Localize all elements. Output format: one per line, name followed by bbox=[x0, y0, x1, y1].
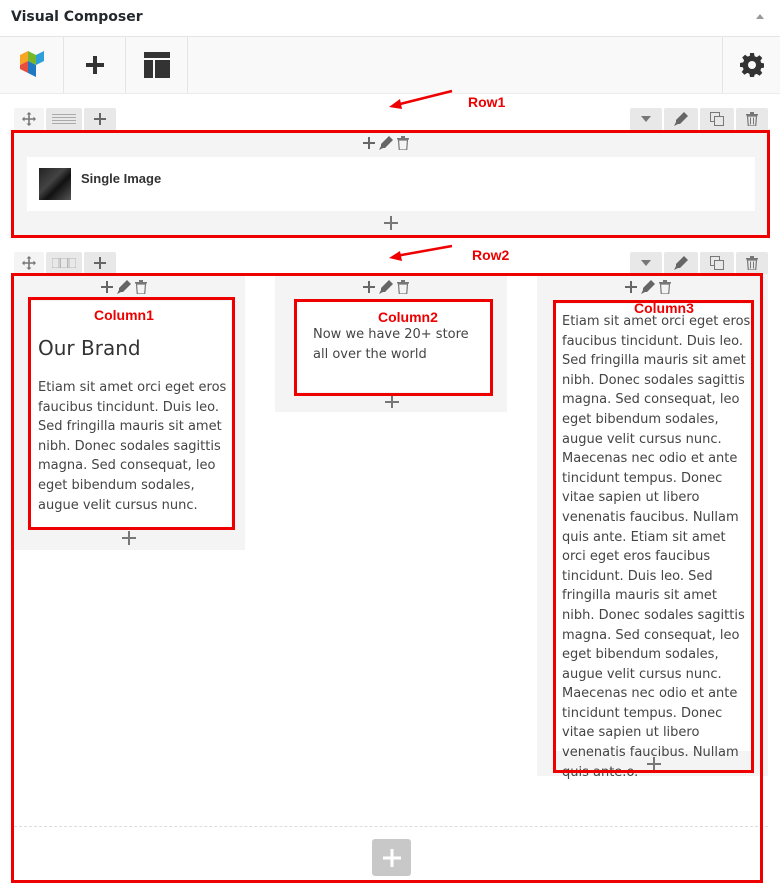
trash-icon[interactable] bbox=[397, 136, 409, 150]
column3-add-element[interactable] bbox=[646, 757, 662, 773]
plus-icon bbox=[122, 531, 136, 545]
row-clone-button[interactable] bbox=[700, 252, 734, 274]
column3-controls bbox=[625, 280, 671, 294]
column1-heading: Our Brand bbox=[38, 336, 141, 360]
composer-toolbar bbox=[0, 37, 780, 94]
move-icon bbox=[22, 112, 36, 126]
row-clone-button[interactable] bbox=[700, 108, 734, 130]
pencil-icon[interactable] bbox=[379, 280, 393, 294]
column1-controls bbox=[101, 280, 147, 294]
copy-icon bbox=[710, 112, 724, 126]
move-icon bbox=[22, 256, 36, 270]
row1-label: Row1 bbox=[468, 94, 506, 110]
column1-add-element[interactable] bbox=[121, 531, 137, 547]
chevron-down-icon bbox=[641, 116, 651, 122]
pencil-icon[interactable] bbox=[117, 280, 131, 294]
column3-text: Etiam sit amet orci eget eros faucibus t… bbox=[562, 314, 751, 780]
column2-add-element[interactable] bbox=[384, 394, 400, 410]
row-edit-button[interactable] bbox=[664, 252, 698, 274]
templates-button[interactable] bbox=[126, 37, 188, 93]
chevron-down-icon bbox=[641, 260, 651, 266]
plus-icon[interactable] bbox=[363, 281, 375, 293]
row2-label: Row2 bbox=[472, 247, 510, 263]
visual-composer-logo[interactable] bbox=[0, 37, 64, 93]
trash-icon[interactable] bbox=[659, 280, 671, 294]
row-layout-icon bbox=[52, 258, 76, 268]
copy-icon bbox=[710, 256, 724, 270]
row-separator bbox=[14, 826, 768, 827]
plus-icon[interactable] bbox=[101, 281, 113, 293]
row1-column-controls bbox=[363, 136, 409, 150]
trash-icon bbox=[746, 256, 758, 270]
plus-icon bbox=[382, 848, 401, 867]
plus-icon[interactable] bbox=[625, 281, 637, 293]
pencil-icon[interactable] bbox=[641, 280, 655, 294]
row-add-column-button[interactable] bbox=[84, 108, 116, 130]
row-layout-button[interactable] bbox=[46, 108, 82, 130]
add-new-element-button[interactable] bbox=[372, 839, 411, 876]
add-element-button[interactable] bbox=[64, 37, 126, 93]
row-layout-icon bbox=[52, 114, 76, 124]
column1-text: Etiam sit amet orci eget eros faucibus t… bbox=[38, 380, 227, 513]
row-layout-button[interactable] bbox=[46, 252, 82, 274]
row1-controls bbox=[0, 108, 780, 130]
pencil-icon bbox=[674, 112, 688, 126]
row-delete-button[interactable] bbox=[736, 252, 768, 274]
trash-icon[interactable] bbox=[397, 280, 409, 294]
plus-icon bbox=[385, 396, 399, 408]
trash-icon[interactable] bbox=[135, 280, 147, 294]
row1-add-element[interactable] bbox=[383, 216, 399, 232]
plus-icon bbox=[384, 216, 398, 230]
plus-icon bbox=[85, 56, 104, 74]
plus-icon[interactable] bbox=[363, 137, 375, 149]
column2-label: Column2 bbox=[378, 309, 438, 325]
pencil-icon[interactable] bbox=[379, 136, 393, 150]
row2-controls bbox=[0, 252, 780, 274]
row-toggle-button[interactable] bbox=[630, 108, 662, 130]
row-delete-button[interactable] bbox=[736, 108, 768, 130]
panel-header: Visual Composer bbox=[0, 0, 780, 37]
pencil-icon bbox=[674, 256, 688, 270]
plus-icon bbox=[94, 113, 106, 125]
column2-controls bbox=[363, 280, 409, 294]
row-toggle-button[interactable] bbox=[630, 252, 662, 274]
settings-button[interactable] bbox=[722, 37, 780, 93]
column1-label: Column1 bbox=[94, 307, 154, 323]
column2-text: Now we have 20+ store all over the world bbox=[313, 327, 469, 362]
row-add-column-button[interactable] bbox=[84, 252, 116, 274]
column3-label: Column3 bbox=[634, 300, 694, 316]
plus-icon bbox=[94, 257, 106, 269]
visual-composer-logo-icon bbox=[19, 51, 44, 77]
layout-icon bbox=[143, 52, 170, 78]
plus-icon bbox=[647, 757, 661, 771]
single-image-element[interactable]: Single Image bbox=[27, 157, 755, 211]
row-move-handle[interactable] bbox=[14, 108, 44, 130]
element-title: Single Image bbox=[81, 171, 162, 186]
row-edit-button[interactable] bbox=[664, 108, 698, 130]
gear-icon bbox=[739, 53, 764, 77]
single-image-thumbnail bbox=[39, 168, 71, 200]
panel-title: Visual Composer bbox=[11, 9, 143, 25]
trash-icon bbox=[746, 112, 758, 126]
collapse-arrow-icon[interactable] bbox=[756, 14, 764, 19]
row-move-handle[interactable] bbox=[14, 252, 44, 274]
